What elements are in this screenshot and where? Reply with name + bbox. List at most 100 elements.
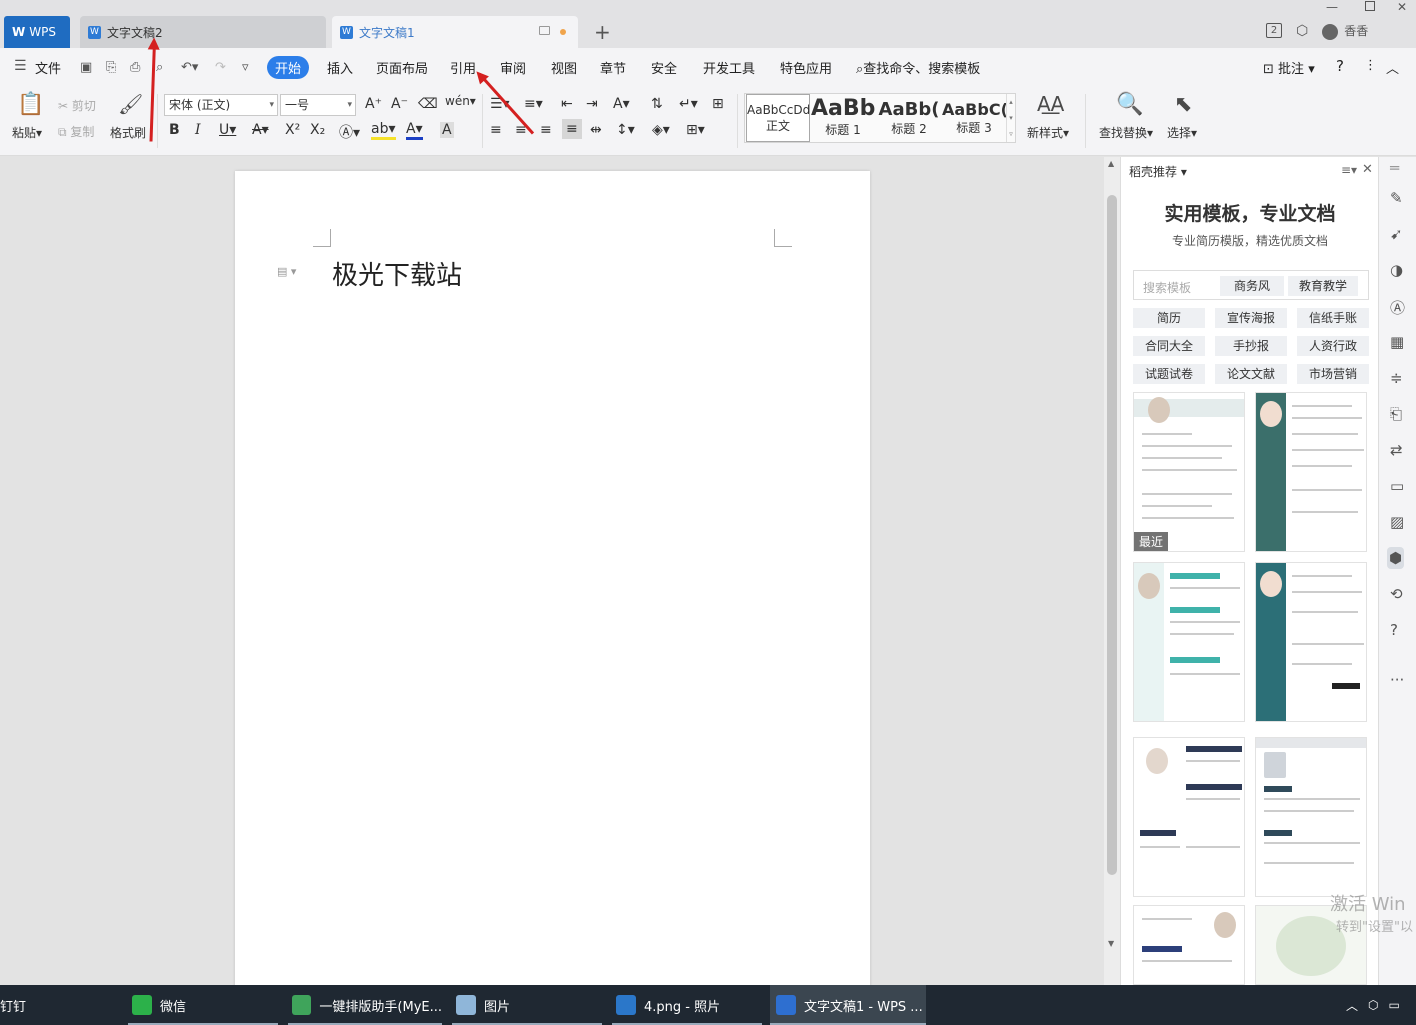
tab-wps-home[interactable]: W WPS	[4, 16, 70, 48]
font-size-select[interactable]: 一号	[280, 94, 356, 116]
shading-icon[interactable]: ◈▾	[652, 122, 670, 138]
command-search[interactable]: ⌕查找命令、搜索模板	[856, 58, 980, 77]
paragraph-menu-icon[interactable]: ▤ ▾	[277, 265, 296, 278]
search-tag[interactable]: 教育教学	[1288, 276, 1358, 296]
tab-insert[interactable]: 插入	[327, 58, 353, 77]
template-thumbnail[interactable]	[1255, 737, 1367, 897]
scroll-down-icon[interactable]: ▼	[1108, 939, 1114, 948]
bold-button[interactable]: B	[169, 122, 180, 138]
minimize-icon[interactable]: —	[1326, 0, 1338, 16]
maximize-icon[interactable]	[1365, 1, 1375, 11]
template-thumbnail[interactable]: 最近	[1133, 392, 1245, 552]
help-icon[interactable]: ?	[1336, 57, 1344, 75]
find-replace-button[interactable]: 查找替换▾	[1099, 124, 1153, 141]
increase-font-icon[interactable]: A⁺	[365, 96, 382, 112]
taskbar-item-pictures[interactable]: 图片	[452, 985, 602, 1025]
select-button[interactable]: 选择▾	[1167, 124, 1197, 141]
help-circle-icon[interactable]: ?	[1390, 621, 1398, 639]
table-icon[interactable]: ▦	[1390, 333, 1404, 351]
taskbar-item-dingtalk[interactable]: 钉钉	[0, 985, 118, 1025]
template-thumbnail[interactable]	[1255, 392, 1367, 552]
style-icon[interactable]: Ⓐ	[1390, 297, 1405, 318]
panel-title[interactable]: 稻壳推荐 ▾	[1129, 163, 1187, 180]
decrease-font-icon[interactable]: A⁻	[391, 96, 408, 112]
sort-icon[interactable]: ⇅	[651, 96, 663, 112]
increase-indent-icon[interactable]: ⇥	[586, 96, 598, 112]
category-poster[interactable]: 宣传海报	[1215, 308, 1287, 328]
settings-icon[interactable]: ≑	[1390, 369, 1403, 387]
template-thumbnail[interactable]	[1133, 562, 1245, 722]
taskbar-item-wps[interactable]: 文字文稿1 - WPS ...	[770, 985, 926, 1025]
display-icon[interactable]: ▭	[1389, 998, 1400, 1012]
category-hr-admin[interactable]: 人资行政	[1297, 336, 1369, 356]
font-color-icon[interactable]: A▾	[406, 122, 423, 140]
tray-expand-icon[interactable]: ︿	[1346, 997, 1358, 1014]
category-marketing[interactable]: 市场营销	[1297, 364, 1369, 384]
align-right-icon[interactable]: ≡	[540, 122, 552, 138]
category-stationery[interactable]: 信纸手账	[1297, 308, 1369, 328]
tab-page-layout[interactable]: 页面布局	[376, 58, 428, 77]
share-icon[interactable]: ⇄	[1390, 441, 1403, 459]
tab-developer[interactable]: 开发工具	[703, 58, 755, 77]
hamburger-icon[interactable]: ☰	[14, 58, 27, 74]
numbering-icon[interactable]: ≡▾	[524, 96, 543, 112]
vertical-scrollbar[interactable]: ▲ ▼	[1104, 157, 1120, 985]
distribute-icon[interactable]: ⇹	[590, 122, 602, 138]
comment-button[interactable]: ⊡ 批注 ▾	[1263, 58, 1315, 77]
paste-button[interactable]: 粘贴▾	[12, 124, 42, 141]
decrease-indent-icon[interactable]: ⇤	[561, 96, 573, 112]
format-painter-button[interactable]: 格式刷	[110, 124, 146, 141]
superscript-icon[interactable]: X²	[285, 122, 300, 138]
menu-file[interactable]: 文件	[35, 58, 61, 77]
document-text[interactable]: 极光下载站	[332, 255, 462, 292]
italic-button[interactable]: I	[195, 122, 201, 138]
clear-format-icon[interactable]: ⌫	[418, 96, 438, 112]
tab-doc1[interactable]: W 文字文稿1	[332, 16, 578, 48]
network-icon[interactable]: ⬡	[1368, 998, 1378, 1012]
panel-options-icon[interactable]: ≡▾	[1341, 163, 1357, 177]
scroll-up-icon[interactable]: ▲	[1108, 159, 1114, 168]
print-icon[interactable]: ⎙	[130, 60, 140, 75]
style-heading2[interactable]: AaBb( 标题 2	[877, 94, 941, 142]
highlight-icon[interactable]: ab▾	[371, 122, 396, 140]
pen-icon[interactable]: ✎	[1390, 189, 1403, 207]
strikethrough-icon[interactable]: A▾	[252, 122, 269, 138]
category-handwritten[interactable]: 手抄报	[1215, 336, 1287, 356]
tab-doc2[interactable]: W 文字文稿2	[80, 16, 326, 48]
export-icon[interactable]: ⎘	[106, 60, 116, 75]
more-icon[interactable]: ⋮	[1364, 58, 1377, 73]
line-spacing-icon[interactable]: ↕▾	[616, 122, 635, 138]
style-heading3[interactable]: AaBbC( 标题 3	[942, 94, 1006, 142]
tab-security[interactable]: 安全	[651, 58, 677, 77]
taskbar-item-wechat[interactable]: 微信	[128, 985, 278, 1025]
undo-icon[interactable]: ↶▾	[181, 60, 198, 75]
system-tray[interactable]: ︿ ⬡ ▭	[1346, 985, 1416, 1025]
window-count-badge[interactable]: 2	[1266, 23, 1282, 39]
new-style-button[interactable]: 新样式▾	[1027, 124, 1069, 141]
skin-icon[interactable]: ⬡	[1296, 23, 1308, 39]
taskbar-item-typeset[interactable]: 一键排版助手(MyE...	[288, 985, 442, 1025]
tab-home[interactable]: 开始	[267, 56, 310, 79]
document-page[interactable]: ▤ ▾ 极光下载站	[235, 171, 870, 991]
pointer-icon[interactable]: ➹	[1390, 225, 1403, 243]
template-recommend-icon[interactable]: ⬢	[1387, 547, 1405, 569]
style-heading1[interactable]: AaBb 标题 1	[811, 94, 875, 142]
text-effect-icon[interactable]: Ⓐ▾	[339, 122, 360, 142]
cut-button[interactable]: ✂ 剪切	[58, 97, 96, 114]
copy-button[interactable]: ⧉ 复制	[58, 123, 94, 140]
category-resume[interactable]: 简历	[1133, 308, 1205, 328]
history-icon[interactable]: ⟲	[1390, 585, 1403, 603]
category-exams[interactable]: 试题试卷	[1133, 364, 1205, 384]
align-left-icon[interactable]: ≡	[490, 122, 502, 138]
scroll-thumb[interactable]	[1107, 195, 1117, 875]
collapse-ribbon-icon[interactable]: ︿	[1386, 58, 1399, 77]
borders-icon[interactable]: ⊞▾	[686, 122, 705, 138]
more-icon[interactable]: ···	[1390, 671, 1404, 689]
phonetic-guide-icon[interactable]: wén▾	[445, 94, 476, 108]
close-icon[interactable]: ✕	[1397, 0, 1407, 16]
template-thumbnail[interactable]	[1133, 737, 1245, 897]
style-scroll-icon[interactable]: ▴ ▾ ▿	[1006, 94, 1015, 142]
tab-chapter[interactable]: 章节	[600, 58, 626, 77]
redo-icon[interactable]: ↷	[215, 60, 226, 75]
template-search-input[interactable]: 搜索模板	[1143, 279, 1191, 296]
